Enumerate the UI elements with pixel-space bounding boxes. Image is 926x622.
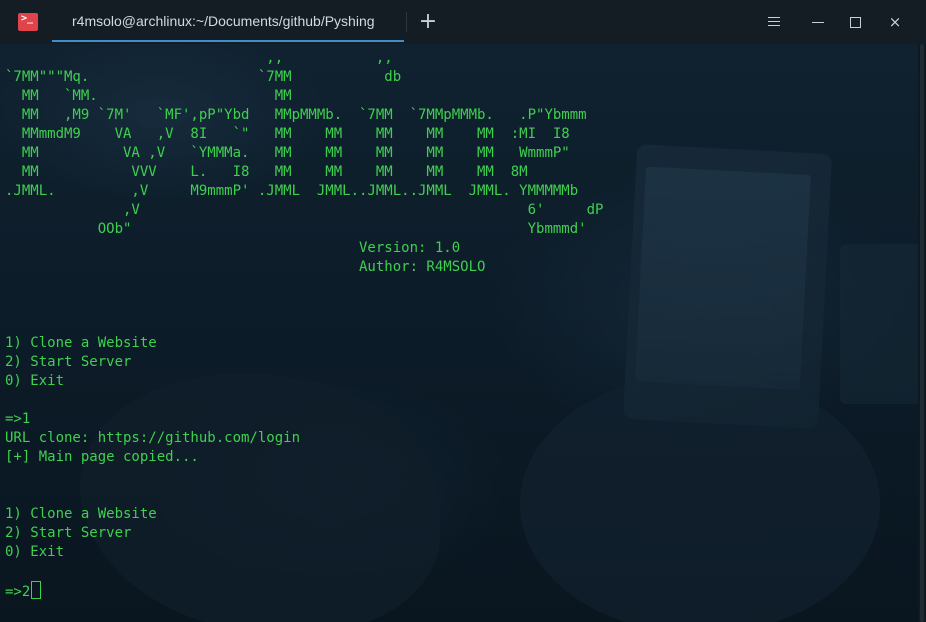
new-tab-plus-icon[interactable]: + [418,11,438,33]
terminal-app-icon: >_ [18,13,38,31]
text-cursor [31,581,42,599]
tab-title: r4msolo@archlinux:~/Documents/github/Pys… [72,13,375,29]
maximize-icon[interactable] [845,12,865,32]
title-bar: >_ r4msolo@archlinux:~/Documents/github/… [0,0,926,44]
terminal-line: URL clone: https://github.com/login [5,430,301,446]
terminal-line: MM `MM. MM [5,88,292,104]
terminal-line: MM ,M9 `7M' `MF',pP"Ybd MMpMMMb. `7MM `7… [5,107,587,123]
terminal-line: [+] Main page copied... [5,449,199,465]
tab-terminal-session[interactable]: r4msolo@archlinux:~/Documents/github/Pys… [52,0,404,44]
terminal-output[interactable]: ,, ,, `7MM"""Mq. `7MM db MM `MM. MM MM ,M… [0,44,918,622]
terminal-line: 2) Start Server [5,354,132,370]
active-tab-indicator [52,40,404,42]
terminal-line: Author: R4MSOLO [5,259,486,275]
terminal-line: ,V 6' dP [5,202,604,218]
minimize-icon[interactable] [808,12,828,32]
terminal-line: MM VA ,V `YMMMa. MM MM MM MM MM WmmmP" [5,145,570,161]
terminal-line: MM VVV L. I8 MM MM MM MM MM 8M [5,164,528,180]
terminal-line: =>2 [5,581,603,600]
terminal-line: ,, ,, [5,50,393,66]
terminal-line: 0) Exit [5,373,65,389]
terminal-line: 0) Exit [5,544,65,560]
terminal-line: 1) Clone a Website [5,506,157,522]
close-icon[interactable]: × [885,12,905,32]
scrollbar-thumb[interactable] [920,44,924,622]
terminal-line: =>1 [5,411,31,427]
terminal-line: Version: 1.0 [5,240,461,256]
terminal-line: 2) Start Server [5,525,132,541]
tab-divider [406,12,407,32]
terminal-line: MMmmdM9 VA ,V 8I `" MM MM MM MM MM :MI I… [5,126,570,142]
terminal-line: OOb" Ybmmmd' [5,221,587,237]
terminal-line: .JMML. ,V M9mmmP' .JMML JMML..JMML..JMML… [5,183,579,199]
terminal-scrollbar[interactable] [918,44,926,622]
terminal-text: ,, ,, `7MM"""Mq. `7MM db MM `MM. MM MM ,M… [5,49,603,600]
hamburger-menu-icon[interactable] [764,12,784,32]
terminal-line: `7MM"""Mq. `7MM db [5,69,402,85]
terminal-line: 1) Clone a Website [5,335,157,351]
terminal-window: >_ r4msolo@archlinux:~/Documents/github/… [0,0,926,622]
